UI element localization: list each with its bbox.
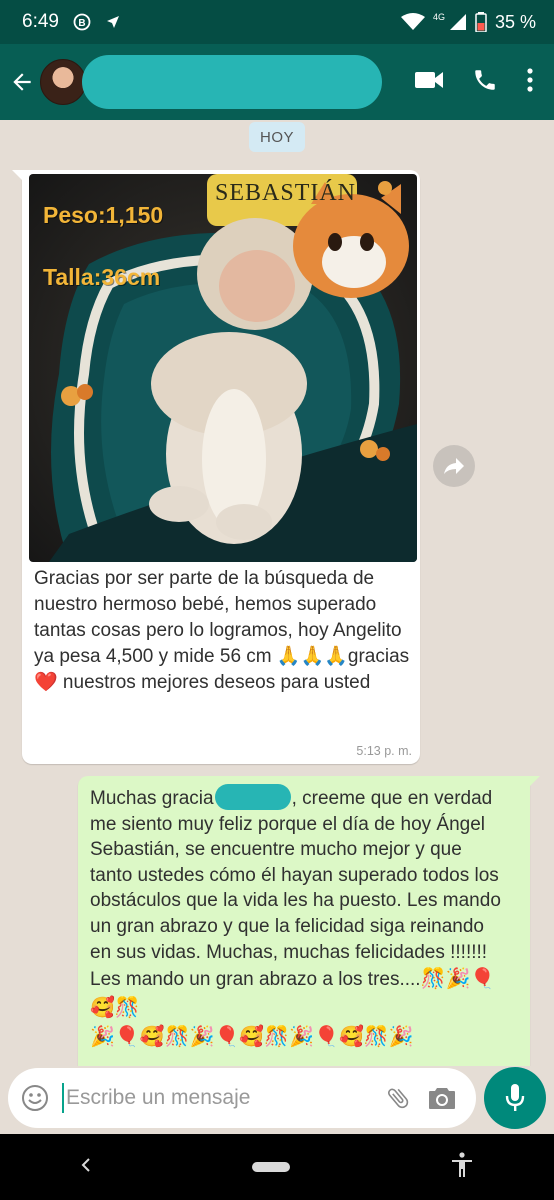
whatsapp-notification-icon: B <box>73 13 91 31</box>
mic-button[interactable] <box>484 1067 546 1129</box>
location-arrow-icon <box>105 14 121 30</box>
incoming-message-text: Gracias por ser parte de la búsqueda de … <box>34 568 410 693</box>
avatar[interactable] <box>40 59 86 105</box>
emoji-line-2: 🎉🎈🥰🎊🎉🎈🥰🎊🎉🎈🥰🎊🎉 <box>90 1026 414 1049</box>
outgoing-text-part-2: , creeme que en verdad me siento muy fel… <box>90 788 501 991</box>
back-button[interactable] <box>0 44 44 120</box>
redacted-name <box>214 784 291 810</box>
status-time: 6:49 <box>22 11 59 32</box>
video-call-button[interactable] <box>414 69 444 96</box>
video-call-icon <box>415 71 443 88</box>
more-vert-icon <box>527 67 533 92</box>
baby-photo-image <box>29 174 417 562</box>
camera-button[interactable] <box>420 1068 464 1128</box>
cell-signal-icon <box>449 13 467 31</box>
input-bar <box>0 1066 554 1134</box>
chat-area[interactable]: HOY Peso:1,150 Talla:36cm SEBASTIÁN Grac… <box>0 120 554 1066</box>
photo-height-label: Talla:36cm <box>43 264 161 290</box>
back-nav-icon <box>81 1157 90 1172</box>
nav-back-button[interactable] <box>80 1156 92 1179</box>
system-nav-bar <box>0 1134 554 1200</box>
date-chip: HOY <box>249 122 305 152</box>
more-options-button[interactable] <box>526 67 534 98</box>
emoji-button[interactable] <box>8 1068 62 1128</box>
message-input[interactable] <box>62 1083 376 1113</box>
message-input-container[interactable] <box>8 1068 476 1128</box>
home-pill-icon[interactable] <box>252 1162 290 1172</box>
accessibility-icon <box>452 1151 472 1177</box>
paperclip-icon <box>387 1088 409 1109</box>
phone-icon <box>475 69 495 90</box>
accessibility-button[interactable] <box>450 1151 474 1183</box>
battery-icon <box>475 12 487 32</box>
status-bar: 6:49 B 4G 35 % <box>0 0 554 44</box>
baby-photo[interactable]: Peso:1,150 Talla:36cm SEBASTIÁN <box>29 174 417 562</box>
outgoing-message[interactable]: Muchas gracia, creeme que en verdad me s… <box>78 776 540 1066</box>
outgoing-message-text: Muchas gracia, creeme que en verdad me s… <box>90 784 508 1052</box>
contact-name-redacted[interactable] <box>82 55 382 109</box>
microphone-icon <box>505 1084 525 1111</box>
emoji-icon <box>22 1085 48 1111</box>
back-arrow-icon <box>13 73 31 91</box>
network-type: 4G <box>432 12 445 22</box>
wifi-icon <box>400 13 425 31</box>
pillow-name-text: SEBASTIÁN <box>215 180 357 206</box>
attach-button[interactable] <box>376 1068 420 1128</box>
svg-text:B: B <box>78 18 85 29</box>
voice-call-button[interactable] <box>472 67 498 98</box>
photo-weight-label: Peso:1,150 <box>43 202 164 228</box>
forward-button[interactable] <box>433 445 475 487</box>
outgoing-text-part-1: Muchas gracia <box>90 788 214 809</box>
camera-icon <box>429 1088 455 1109</box>
incoming-message-time: 5:13 p. m. <box>356 744 412 758</box>
incoming-message[interactable]: Peso:1,150 Talla:36cm SEBASTIÁN Gracias … <box>12 170 420 764</box>
chat-header <box>0 44 554 120</box>
forward-icon <box>444 458 464 474</box>
battery-percent: 35 % <box>494 11 536 32</box>
